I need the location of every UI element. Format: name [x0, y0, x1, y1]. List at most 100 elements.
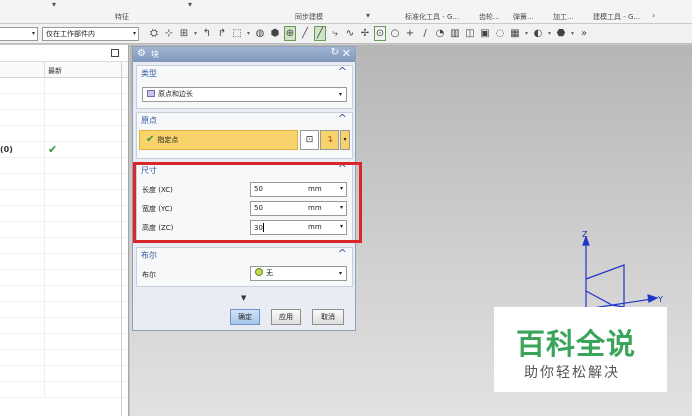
boolean-select[interactable]: 无 ▾ — [250, 266, 347, 281]
list-item[interactable] — [0, 206, 128, 222]
rotate-icon[interactable]: ◌ — [494, 26, 506, 41]
dropdown-arrow-icon[interactable]: ▾ — [52, 0, 56, 9]
cross-point-icon[interactable]: + — [404, 26, 416, 41]
dropdown-arrow-icon[interactable]: ▾ — [193, 26, 198, 41]
block-type-icon — [147, 90, 155, 97]
dropdown-arrow-icon[interactable]: ▾ — [246, 26, 251, 41]
scope-filter-select[interactable]: 仅在工作部件内 ▾ — [42, 27, 139, 41]
dropdown-arrow-icon[interactable]: ▾ — [547, 26, 552, 41]
snap-icon[interactable]: ⊞ — [178, 26, 190, 41]
spline-icon[interactable]: ∿ — [344, 26, 356, 41]
select-all-icon[interactable]: ⊹ — [163, 26, 175, 41]
navigator-header: 最新 — [0, 62, 128, 78]
ribbon-group-std-tools[interactable]: 标准化工具 - G... — [405, 12, 459, 22]
list-item[interactable] — [0, 318, 128, 334]
selection-toolbar: ▾ 仅在工作部件内 ▾ ⛭ ⊹ ⊞ ▾ ↰ ↱ ⬚ ▾ ◍ ⬢ ⊕ ╱ ╱ ⤷ ∿… — [0, 24, 692, 44]
point-on-curve-icon[interactable]: ◔ — [434, 26, 446, 41]
edge-icon[interactable]: ╱ — [314, 26, 326, 41]
list-item[interactable] — [0, 158, 128, 174]
list-item[interactable] — [0, 78, 128, 94]
list-item[interactable] — [0, 222, 128, 238]
list-item[interactable] — [0, 366, 128, 382]
z-axis-label: Z — [582, 230, 588, 239]
type-select-value: 原点和边长 — [158, 90, 193, 98]
color-icon[interactable]: ◐ — [532, 26, 544, 41]
view-icon[interactable]: ◫ — [464, 26, 476, 41]
ribbon-group-sync-modeling[interactable]: 同步建模 — [295, 12, 323, 22]
list-item-model[interactable]: (0) ✔ — [0, 142, 128, 158]
gear-icon[interactable]: ⚙ — [137, 48, 146, 59]
ribbon-group-feature[interactable]: 特征 — [115, 12, 129, 22]
point-constructor-button[interactable]: ↴ — [320, 130, 339, 150]
type-select[interactable]: 原点和边长 ▾ — [142, 87, 347, 102]
ribbon-group-machining[interactable]: 加工... — [553, 12, 574, 22]
apply-button[interactable]: 应用 — [271, 309, 301, 325]
layer-icon[interactable]: ▣ — [479, 26, 491, 41]
curve-rule-icon[interactable]: ↰ — [201, 26, 213, 41]
filter-icon[interactable]: ⛭ — [148, 26, 160, 41]
render-icon[interactable]: ▦ — [509, 26, 521, 41]
feature-icon[interactable]: ◍ — [254, 26, 266, 41]
reset-icon[interactable]: ↻ — [331, 47, 339, 58]
collapse-caret-icon[interactable]: ^ — [338, 112, 347, 125]
specify-point-label: 指定点 — [157, 136, 179, 144]
shade-icon[interactable]: ⬣ — [555, 26, 567, 41]
list-item[interactable] — [0, 270, 128, 286]
point-type-dropdown[interactable]: ▾ — [340, 130, 350, 150]
origin-group-header[interactable]: 原点 ^ — [137, 112, 352, 127]
specify-point-row[interactable]: ✔ 指定点 — [139, 130, 298, 150]
list-item[interactable] — [0, 110, 128, 126]
boolean-group-header[interactable]: 布尔 ^ — [137, 247, 352, 262]
dropdown-arrow-icon: ▾ — [338, 91, 342, 98]
circle-point-icon[interactable]: ○ — [389, 26, 401, 41]
ribbon-group-modeling-tools[interactable]: 建模工具 - G... — [593, 12, 640, 22]
boolean-select-value: 无 — [266, 269, 273, 277]
dropdown-arrow-icon[interactable]: ▾ — [570, 26, 575, 41]
curve-icon[interactable]: ⤷ — [329, 26, 341, 41]
list-item[interactable] — [0, 350, 128, 366]
list-item[interactable] — [0, 286, 128, 302]
list-item[interactable] — [0, 382, 128, 398]
list-item[interactable] — [0, 334, 128, 350]
ok-button[interactable]: 确定 — [230, 309, 260, 325]
list-item[interactable] — [0, 302, 128, 318]
type-group-header[interactable]: 类型 ^ — [137, 65, 352, 80]
collapse-caret-icon[interactable]: ^ — [338, 65, 347, 78]
dropdown-arrow-icon[interactable]: ▾ — [188, 0, 192, 9]
slash-icon[interactable]: / — [419, 26, 431, 41]
navigator-scrollbar[interactable] — [121, 62, 122, 416]
point-dialog-button[interactable]: ⊡ — [300, 130, 319, 150]
close-icon[interactable]: ✕ — [342, 47, 351, 60]
box-select-icon[interactable]: ⬚ — [231, 26, 243, 41]
list-item[interactable] — [0, 94, 128, 110]
list-item[interactable] — [0, 126, 128, 142]
y-axis-label: Y — [658, 295, 663, 304]
more-arrow-icon[interactable]: › — [652, 11, 655, 20]
column-latest[interactable]: 最新 — [48, 66, 62, 76]
ribbon: ▾ ▾ 特征 同步建模 ▾ 标准化工具 - G... 齿轮... 弹簧... 加… — [0, 0, 692, 24]
boolean-label: 布尔 — [142, 271, 156, 279]
ribbon-group-spring[interactable]: 弹簧... — [513, 12, 534, 22]
grid-icon[interactable]: ▥ — [449, 26, 461, 41]
collapse-caret-icon[interactable]: ^ — [338, 247, 347, 260]
more-options-arrow-icon[interactable]: ▼ — [241, 294, 246, 302]
line-icon[interactable]: ╱ — [299, 26, 311, 41]
center-point-icon[interactable]: ⊙ — [374, 26, 386, 41]
list-item[interactable] — [0, 174, 128, 190]
ribbon-group-gear[interactable]: 齿轮... — [479, 12, 500, 22]
dropdown-arrow-icon[interactable]: ▾ — [524, 26, 529, 41]
intersect-icon[interactable]: ✢ — [359, 26, 371, 41]
face-rule-icon[interactable]: ↱ — [216, 26, 228, 41]
dialog-title-bar[interactable]: ⚙ 块 ↻ ✕ — [133, 47, 355, 62]
body-icon[interactable]: ⬢ — [269, 26, 281, 41]
toolbar-more-icon[interactable]: » — [578, 26, 590, 41]
list-item[interactable] — [0, 190, 128, 206]
vertex-icon[interactable]: ⊕ — [284, 26, 296, 41]
checkmark-icon: ✔ — [146, 134, 155, 145]
dropdown-arrow-icon[interactable]: ▾ — [366, 11, 370, 20]
type-filter-select[interactable]: ▾ — [0, 27, 38, 41]
list-item[interactable] — [0, 254, 128, 270]
cancel-button[interactable]: 取消 — [312, 309, 344, 325]
list-item[interactable] — [0, 238, 128, 254]
maximize-icon[interactable] — [111, 49, 119, 57]
